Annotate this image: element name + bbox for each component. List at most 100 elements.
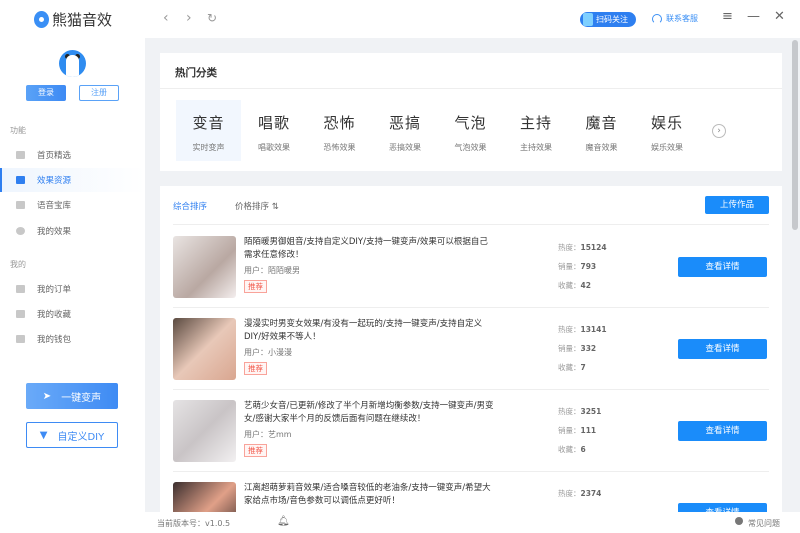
sidebar-item-voice-library[interactable]: 语音宝库 (0, 193, 145, 217)
follow-button[interactable]: 扫码关注 (580, 12, 636, 27)
sidebar-item-home[interactable]: 首页精选 (0, 143, 145, 167)
effect-title[interactable]: 陌陌暖男御姐音/支持自定义DIY/支持一键变声/效果可以根据自己需求任意修改！ (244, 236, 494, 262)
button-label: 自定义DIY (57, 431, 105, 443)
next-category-button[interactable]: › (712, 124, 726, 138)
bell-icon[interactable]: 🔔︎ (277, 516, 290, 527)
favorites-icon (16, 310, 25, 318)
category-6[interactable]: 魔音 魔音效果 (569, 100, 634, 161)
heat-stat: 热度：2374 (558, 488, 601, 499)
effects-list-card: 综合排序 价格排序 ⇅ 上传作品 陌陌暖男御姐音/支持自定义DIY/支持一键变声… (160, 186, 782, 512)
sidebar-item-my-effects[interactable]: 我的效果 (0, 219, 145, 243)
heat-stat: 热度：13141 (558, 324, 607, 335)
effect-thumbnail[interactable] (173, 318, 236, 380)
app-logo: 熊猫音效 (34, 9, 112, 30)
sales-stat: 销量：793 (558, 261, 596, 272)
category-name: 主持 (519, 114, 552, 132)
custom-diy-button[interactable]: ▼ 自定义DIY (26, 422, 118, 448)
version-text: 当前版本号：v1.0.5 (157, 519, 231, 528)
heat-stat: 热度：3251 (558, 406, 601, 417)
sidebar-item-wallet[interactable]: 我的钱包 (0, 327, 145, 351)
category-subtitle: 恶搞效果 (389, 143, 421, 152)
section-label-function: 功能 (10, 126, 26, 135)
view-details-button[interactable]: 查看详情 (678, 257, 767, 277)
faq-link[interactable]: 常见问题 (748, 518, 780, 529)
category-2[interactable]: 恐怖 恐怖效果 (307, 100, 372, 161)
logo-icon (34, 11, 49, 28)
heat-value: 13141 (580, 325, 607, 334)
sidebar-item-effects[interactable]: 效果资源 (0, 168, 145, 192)
favorites-stat: 收藏：6 (558, 444, 586, 455)
scrollbar-thumb[interactable] (792, 40, 798, 230)
contact-service-button[interactable]: 联系客服 (652, 13, 698, 24)
login-button[interactable]: 登录 (26, 85, 66, 101)
effect-user: 用户：陌陌暖男 (244, 266, 300, 275)
effect-thumbnail[interactable] (173, 482, 236, 512)
close-button[interactable]: ✕ (774, 9, 785, 24)
heat-value: 2374 (580, 489, 602, 498)
category-subtitle: 唱歌效果 (258, 143, 290, 152)
sidebar-item-orders[interactable]: 我的订单 (0, 277, 145, 301)
favorites-label: 收藏： (558, 281, 581, 290)
effect-title[interactable]: 漫漫实时男变女效果/有没有一起玩的/支持一键变声/支持自定义DIY/好效果不等人… (244, 318, 494, 344)
sales-stat: 销量：332 (558, 343, 596, 354)
category-subtitle: 主持效果 (520, 143, 552, 152)
send-icon: ➤ (42, 390, 52, 402)
sort-comprehensive-tab[interactable]: 综合排序 (173, 200, 207, 212)
register-button[interactable]: 注册 (79, 85, 119, 101)
category-name: 变音 (192, 114, 225, 132)
category-subtitle: 娱乐效果 (651, 143, 683, 152)
effect-title[interactable]: 艺萌少女音/已更新/修改了半个月新增均衡参数/支持一键变声/男变女/感谢大家半个… (244, 400, 494, 426)
sidebar-item-label: 我的收藏 (37, 310, 72, 320)
help-icon (735, 517, 743, 525)
view-details-button[interactable]: 查看详情 (678, 503, 767, 512)
forward-button[interactable]: › (186, 10, 192, 26)
title-bar: 熊猫音效 ‹ › ↻ 扫码关注 联系客服 ≡ — ✕ (0, 0, 800, 38)
sales-label: 销量： (558, 426, 581, 435)
category-name: 唱歌 (257, 114, 290, 132)
sidebar-item-favorites[interactable]: 我的收藏 (0, 302, 145, 326)
list-item: 艺萌少女音/已更新/修改了半个月新增均衡参数/支持一键变声/男变女/感谢大家半个… (173, 394, 769, 476)
sales-value: 111 (580, 426, 597, 435)
section-label-mine: 我的 (10, 260, 26, 269)
category-name: 气泡 (454, 114, 487, 132)
category-subtitle: 恐怖效果 (323, 143, 356, 152)
bar-chart-icon (16, 201, 25, 209)
grid-icon (16, 176, 25, 184)
favorites-label: 收藏： (558, 445, 581, 454)
upload-work-button[interactable]: 上传作品 (705, 196, 769, 214)
avatar[interactable] (59, 50, 86, 77)
effect-title[interactable]: 江离超萌萝莉音效果/适合嗓音较低的老油条/支持一键变声/希望大家给点市场/音色参… (244, 482, 494, 508)
category-7[interactable]: 娱乐 娱乐效果 (635, 100, 700, 161)
view-details-button[interactable]: 查看详情 (678, 421, 767, 441)
panda-icon (66, 55, 79, 77)
category-4[interactable]: 气泡 气泡效果 (438, 100, 503, 161)
refresh-button[interactable]: ↻ (207, 11, 217, 25)
recommend-badge: 推荐 (244, 444, 267, 457)
back-button[interactable]: ‹ (163, 10, 169, 26)
recommend-badge: 推荐 (244, 362, 267, 375)
effect-thumbnail[interactable] (173, 400, 236, 462)
recommend-badge: 推荐 (244, 280, 267, 293)
category-3[interactable]: 恶搞 恶搞效果 (373, 100, 438, 161)
qrcode-phone-icon (583, 13, 593, 26)
heat-label: 热度： (558, 489, 581, 498)
menu-button[interactable]: ≡ (722, 9, 733, 24)
sidebar-item-label: 我的效果 (37, 227, 72, 237)
list-item: 江离超萌萝莉音效果/适合嗓音较低的老油条/支持一键变声/希望大家给点市场/音色参… (173, 476, 769, 512)
category-subtitle: 实时变声 (192, 143, 225, 152)
effect-thumbnail[interactable] (173, 236, 236, 298)
category-subtitle: 魔音效果 (585, 143, 618, 152)
favorites-value: 6 (580, 445, 586, 454)
sort-price-tab[interactable]: 价格排序 ⇅ (235, 200, 279, 212)
button-label: 一键变声 (61, 392, 102, 404)
category-0[interactable]: 变音 实时变声 (176, 100, 241, 161)
view-details-button[interactable]: 查看详情 (678, 339, 767, 359)
favorites-value: 42 (580, 281, 591, 290)
order-icon (16, 285, 25, 293)
minimize-button[interactable]: — (747, 9, 760, 24)
category-1[interactable]: 唱歌 唱歌效果 (242, 100, 307, 161)
favorites-label: 收藏： (558, 363, 581, 372)
category-5[interactable]: 主持 主持效果 (504, 100, 569, 161)
category-subtitle: 气泡效果 (454, 143, 487, 152)
one-click-voice-change-button[interactable]: ➤ 一键变声 (26, 383, 118, 409)
